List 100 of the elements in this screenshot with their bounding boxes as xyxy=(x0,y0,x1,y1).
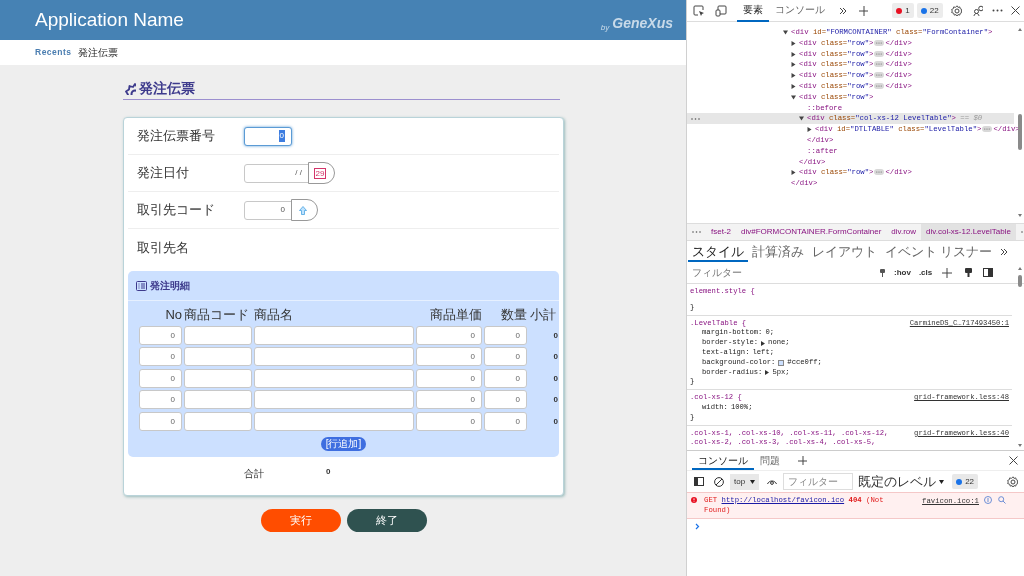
device-icon[interactable] xyxy=(714,4,727,17)
styles-tab[interactable]: イベント リスナー xyxy=(881,243,997,262)
input-field[interactable]: 0 xyxy=(484,390,527,409)
element-breadcrumb[interactable]: div.col-xs-12.LevelTable xyxy=(921,224,1016,240)
prompt-button[interactable] xyxy=(291,199,318,221)
styles-tab[interactable]: 計算済み xyxy=(748,243,808,262)
connect-icon[interactable] xyxy=(972,5,984,16)
input-field[interactable]: 0 xyxy=(139,325,182,345)
input-field[interactable]: 0 xyxy=(484,368,527,388)
triangle-right-icon[interactable] xyxy=(807,127,812,133)
triangle-right-icon[interactable] xyxy=(791,62,796,68)
clear-icon[interactable] xyxy=(714,476,724,487)
exit-button[interactable]: 終了 xyxy=(346,508,427,532)
add-icon[interactable] xyxy=(798,456,807,465)
add-icon[interactable] xyxy=(942,267,953,278)
input-field[interactable] xyxy=(184,390,252,409)
hover-state-toggle[interactable]: :hov xyxy=(894,266,911,279)
input-field[interactable]: 0 xyxy=(484,347,527,366)
input-field[interactable]: 0 xyxy=(244,200,292,220)
input-field[interactable] xyxy=(254,411,414,431)
total-label: 合計 xyxy=(244,467,265,481)
triangle-right-icon[interactable] xyxy=(791,73,796,79)
triangle-right-icon[interactable] xyxy=(791,51,796,57)
class-toggle[interactable]: .cls xyxy=(918,266,933,279)
caret-icon xyxy=(750,479,756,484)
more-tabs-icon[interactable] xyxy=(838,6,847,15)
input-field[interactable]: 0 xyxy=(416,411,482,431)
element-breadcrumb[interactable]: div.row xyxy=(886,224,922,240)
color-swatch[interactable] xyxy=(778,359,785,366)
message-count-badge[interactable]: 22 xyxy=(952,474,979,489)
column-header: 商品コード xyxy=(184,306,250,323)
input-field[interactable]: 0 xyxy=(416,325,482,345)
arrow-up-icon xyxy=(299,205,307,215)
close-icon[interactable] xyxy=(1009,456,1018,465)
list-icon xyxy=(136,280,147,291)
input-field[interactable]: 0 xyxy=(139,347,182,366)
input-field[interactable]: 0 xyxy=(416,347,482,366)
message-count-badge[interactable]: 22 xyxy=(916,3,943,18)
sidebar-icon[interactable] xyxy=(694,477,704,486)
add-icon[interactable] xyxy=(858,5,869,16)
input-field[interactable] xyxy=(254,347,414,366)
input-field[interactable]: / / xyxy=(244,163,309,183)
inspect-icon[interactable] xyxy=(693,4,705,17)
triangle-right-icon[interactable] xyxy=(791,84,796,89)
breadcrumb-current: 発注伝票 xyxy=(77,46,118,60)
sidebar-icon[interactable] xyxy=(983,268,994,277)
input-field[interactable] xyxy=(184,411,252,431)
eye-icon[interactable] xyxy=(767,478,778,485)
triangle-down-icon[interactable] xyxy=(791,94,796,100)
console-tab[interactable]: コンソール xyxy=(692,453,754,470)
input-field[interactable]: 0 xyxy=(139,368,182,388)
input-field[interactable] xyxy=(254,368,414,388)
paint-icon[interactable] xyxy=(964,268,974,277)
console-tab[interactable]: 問題 xyxy=(754,453,786,470)
settings-icon[interactable] xyxy=(950,5,962,16)
input-field[interactable]: 0 xyxy=(416,368,482,388)
input-field[interactable] xyxy=(184,347,252,366)
triangle-right-icon[interactable] xyxy=(765,369,770,375)
triangle-right-icon[interactable] xyxy=(761,340,766,346)
info-circle-icon[interactable] xyxy=(984,496,992,504)
info-dot-icon xyxy=(956,478,963,485)
input-field[interactable] xyxy=(184,368,252,388)
brush-icon[interactable] xyxy=(879,268,886,277)
triangle-down-icon[interactable] xyxy=(799,116,804,122)
field-label: 発注伝票番号 xyxy=(136,127,216,146)
styles-tab[interactable]: レイアウト xyxy=(808,243,881,262)
settings-icon[interactable] xyxy=(1007,476,1018,487)
console-filter-field[interactable]: フィルター xyxy=(783,473,854,490)
context-select[interactable]: top xyxy=(730,473,760,490)
element-breadcrumb[interactable]: div#FORMCONTAINER.FormContainer xyxy=(736,224,887,240)
input-field[interactable]: 0 xyxy=(484,411,527,431)
add-row-button[interactable]: [行追加] xyxy=(320,436,367,451)
triangle-down-icon[interactable] xyxy=(783,30,788,35)
calendar-button[interactable]: 29 xyxy=(308,162,335,184)
triangle-right-icon[interactable] xyxy=(791,40,796,46)
prompt-chevron-icon[interactable] xyxy=(695,523,700,530)
more-tabs-icon[interactable] xyxy=(1000,248,1009,256)
input-field[interactable] xyxy=(184,325,252,345)
input-field[interactable] xyxy=(254,325,414,345)
error-count-badge[interactable]: 1 xyxy=(892,3,914,18)
input-field[interactable]: 0 xyxy=(484,325,527,345)
triangle-right-icon[interactable] xyxy=(791,170,796,176)
input-field[interactable]: 0 xyxy=(416,390,482,409)
styles-tab[interactable]: スタイル xyxy=(688,243,748,262)
subtotal-value: 0 xyxy=(552,372,558,385)
error-icon xyxy=(691,497,697,503)
input-field[interactable]: 0 xyxy=(139,411,182,431)
element-breadcrumb[interactable]: fset-2 xyxy=(706,224,736,240)
more-options-icon[interactable] xyxy=(992,9,1004,12)
search-icon[interactable] xyxy=(998,496,1006,504)
devtools-tab[interactable]: 要素 xyxy=(736,0,769,22)
devtools-tab[interactable]: コンソール xyxy=(768,0,831,22)
input-field[interactable]: 0 xyxy=(244,126,292,146)
input-field[interactable]: 0 xyxy=(139,390,182,409)
page-title: 発注伝票 xyxy=(139,79,195,98)
log-level-select[interactable]: 既定のレベル xyxy=(858,471,945,492)
close-icon[interactable] xyxy=(1011,6,1021,15)
input-field[interactable] xyxy=(254,390,414,409)
panel-title: 発注明細 xyxy=(150,279,190,293)
breadcrumb-link[interactable]: Recents xyxy=(35,46,72,59)
